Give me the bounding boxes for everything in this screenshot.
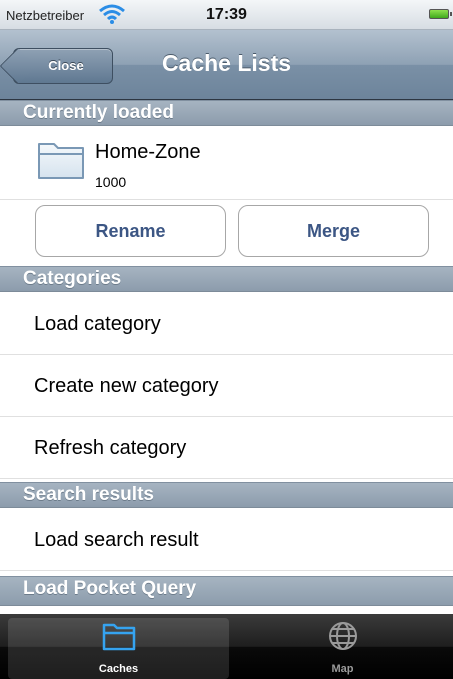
section-header-search-results: Search results xyxy=(0,482,453,508)
section-header-currently-loaded: Currently loaded xyxy=(0,100,453,126)
list-item-load-search-result[interactable]: Load search result xyxy=(0,509,453,571)
status-bar: Netzbetreiber 17:39 xyxy=(0,0,453,30)
folder-icon xyxy=(102,623,135,651)
tab-bar: Caches Map xyxy=(0,614,453,679)
list-item-load-category[interactable]: Load category xyxy=(0,293,453,355)
list-item-refresh-category[interactable]: Refresh category xyxy=(0,417,453,479)
section-header-categories: Categories xyxy=(0,266,453,292)
battery-icon xyxy=(429,9,452,19)
rename-button[interactable]: Rename xyxy=(35,205,226,257)
navigation-bar: Close Cache Lists xyxy=(0,30,453,100)
tab-caches[interactable]: Caches xyxy=(8,618,229,679)
current-list-name: Home-Zone xyxy=(95,141,201,163)
tab-map[interactable]: Map xyxy=(232,618,453,679)
list-item-create-category[interactable]: Create new category xyxy=(0,355,453,417)
tab-map-label: Map xyxy=(331,663,354,675)
merge-button[interactable]: Merge xyxy=(238,205,429,257)
tab-caches-label: Caches xyxy=(98,663,139,675)
clock: 17:39 xyxy=(206,6,247,23)
section-header-pocket-query: Load Pocket Query xyxy=(0,576,453,606)
current-list-count: 1000 xyxy=(95,174,127,190)
page-title: Cache Lists xyxy=(161,50,292,76)
folder-icon xyxy=(38,143,84,179)
globe-icon xyxy=(328,622,357,650)
